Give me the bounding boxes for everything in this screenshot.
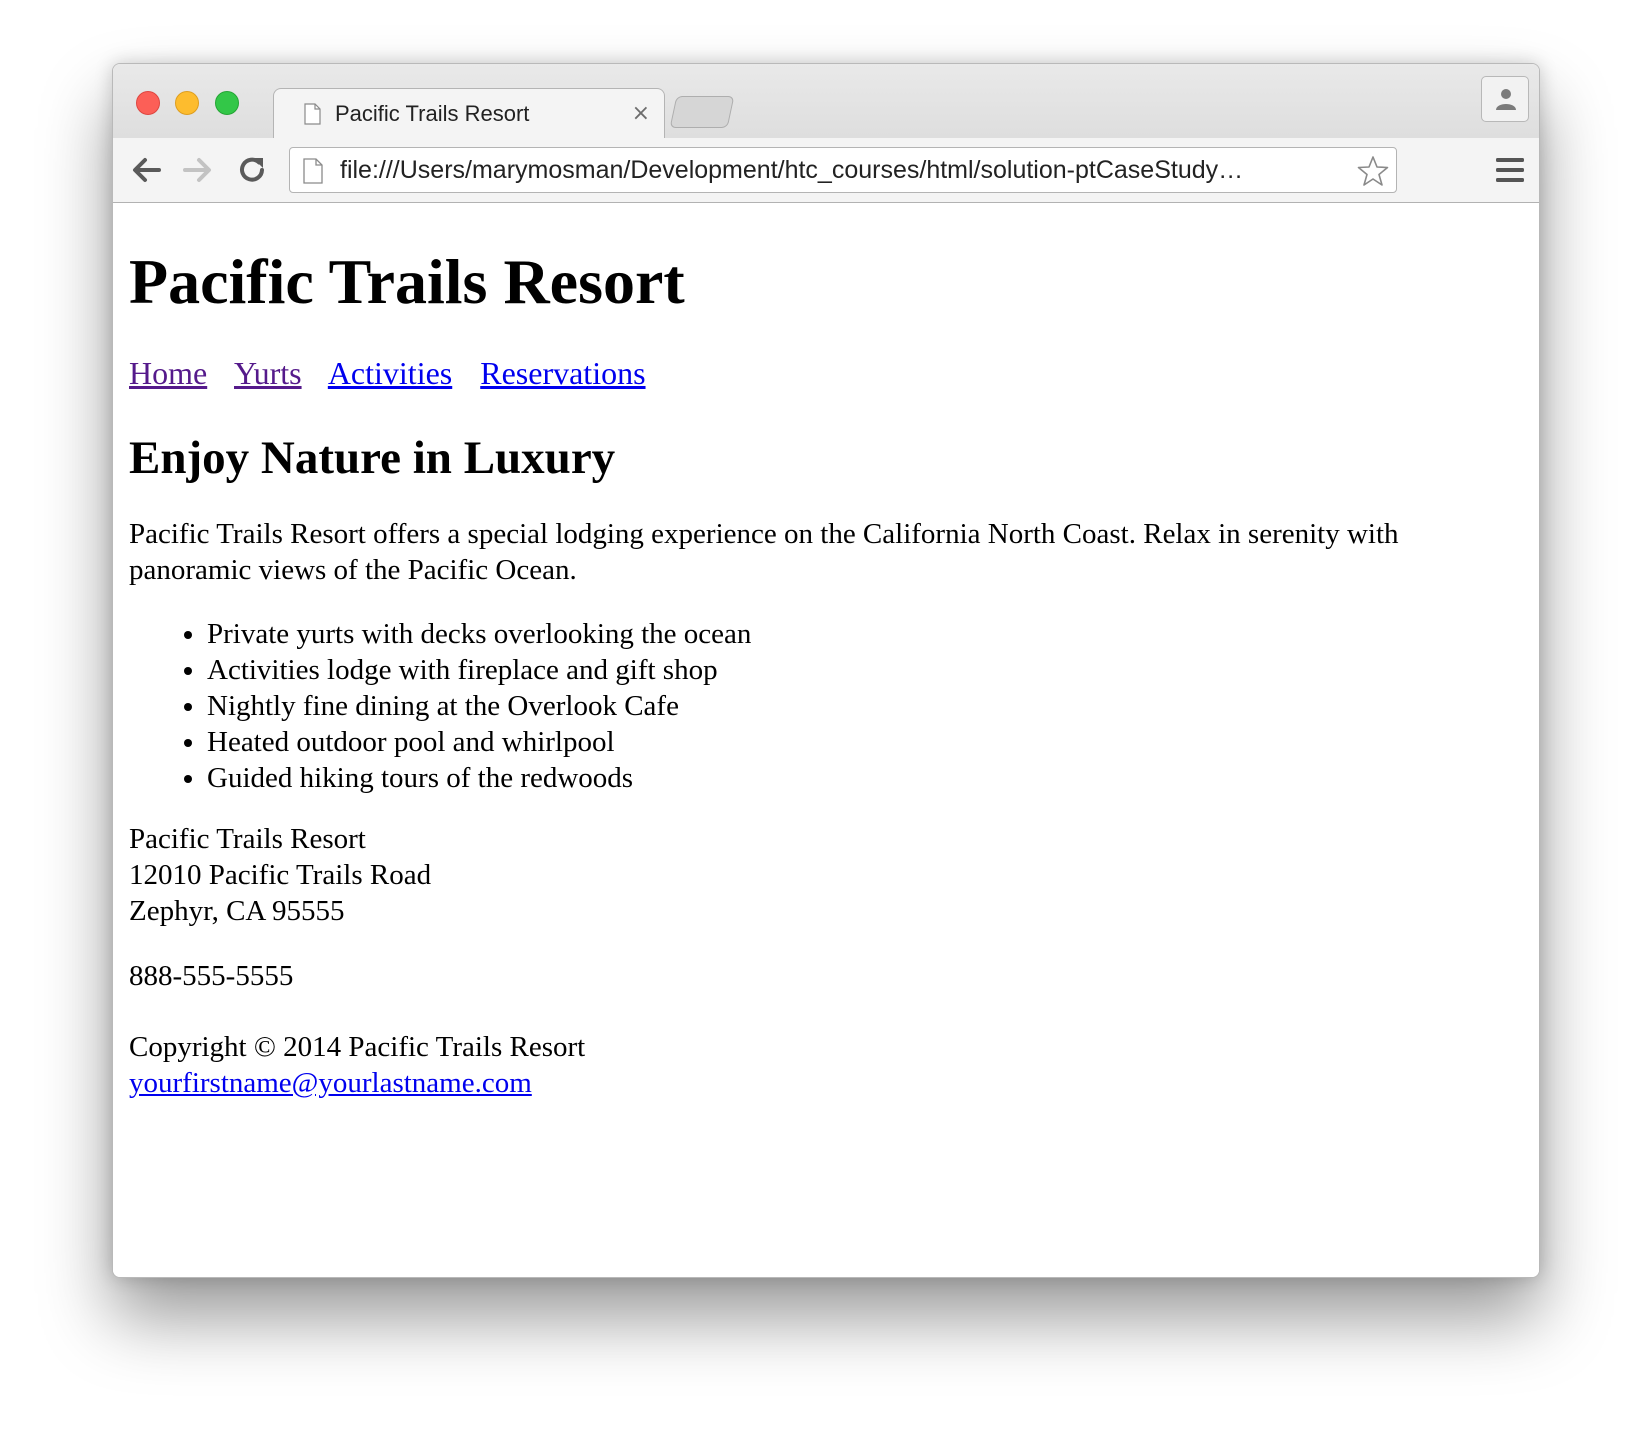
page-viewport: Pacific Trails Resort Home Yurts Activit… [113, 203, 1539, 1277]
hamburger-menu-icon[interactable] [1495, 156, 1525, 184]
browser-window: Pacific Trails Resort × file:///Users/ma… [112, 63, 1540, 1278]
list-item: Guided hiking tours of the redwoods [207, 760, 751, 796]
site-nav: Home Yurts Activities Reservations [129, 353, 666, 393]
person-icon [1496, 89, 1516, 110]
section-heading: Enjoy Nature in Luxury [129, 432, 616, 484]
page-icon [303, 158, 323, 184]
profile-button[interactable] [1481, 76, 1529, 122]
page-title: Pacific Trails Resort [129, 246, 685, 317]
phone-number: 888-555-5555 [129, 960, 294, 992]
address-block: Pacific Trails Resort 12010 Pacific Trai… [129, 821, 431, 929]
minimize-window-button[interactable] [175, 91, 199, 115]
address-city: Zephyr, CA 95555 [129, 895, 345, 927]
address-bar[interactable]: file:///Users/marymosman/Development/htc… [289, 147, 1397, 193]
tab-close-icon[interactable]: × [632, 99, 650, 129]
nav-link-home[interactable]: Home [129, 355, 207, 391]
title-bar: Pacific Trails Resort × [113, 64, 1539, 139]
browser-toolbar: file:///Users/marymosman/Development/htc… [113, 138, 1539, 203]
copyright-text: Copyright © 2014 Pacific Trails Resort [129, 1031, 586, 1063]
address-street: 12010 Pacific Trails Road [129, 859, 432, 891]
nav-link-activities[interactable]: Activities [328, 355, 452, 391]
close-window-button[interactable] [136, 91, 160, 115]
list-item: Heated outdoor pool and whirlpool [207, 724, 751, 760]
list-item: Activities lodge with fireplace and gift… [207, 652, 751, 688]
list-item: Private yurts with decks overlooking the… [207, 616, 751, 652]
list-item: Nightly fine dining at the Overlook Cafe [207, 688, 751, 724]
reload-icon[interactable] [233, 152, 271, 188]
intro-paragraph: Pacific Trails Resort offers a special l… [129, 518, 1399, 586]
nav-link-reservations[interactable]: Reservations [480, 355, 645, 391]
page-icon [304, 103, 321, 125]
address-name: Pacific Trails Resort [129, 823, 366, 855]
nav-link-yurts[interactable]: Yurts [234, 355, 302, 391]
tab-pacific-trails-resort[interactable]: Pacific Trails Resort × [273, 88, 665, 139]
bookmark-star-icon[interactable] [1356, 154, 1390, 188]
back-arrow-icon[interactable] [127, 152, 165, 188]
url-text[interactable]: file:///Users/marymosman/Development/htc… [340, 148, 1340, 192]
page-footer: Copyright © 2014 Pacific Trails Resort y… [129, 1029, 585, 1101]
new-tab-button[interactable] [669, 96, 735, 128]
feature-list: Private yurts with decks overlooking the… [129, 616, 751, 796]
forward-arrow-icon[interactable] [179, 152, 217, 188]
email-link[interactable]: yourfirstname@yourlastname.com [129, 1067, 532, 1099]
zoom-window-button[interactable] [215, 91, 239, 115]
tab-title: Pacific Trails Resort [335, 101, 530, 126]
